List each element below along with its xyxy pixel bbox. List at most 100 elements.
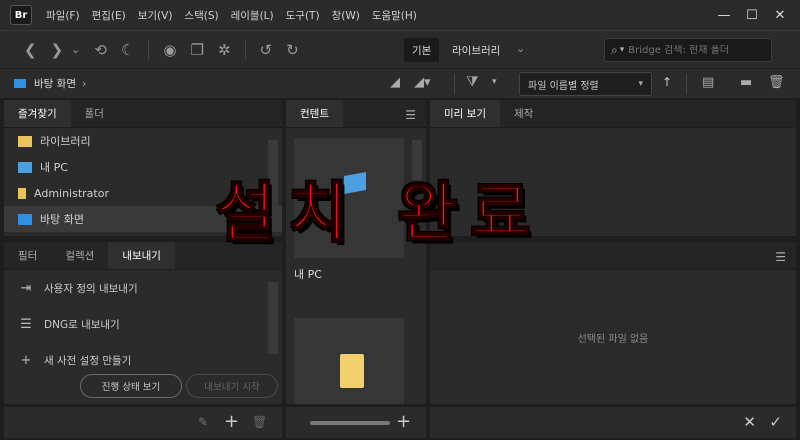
window-controls: — ☐ ✕ — [710, 0, 794, 30]
delete-icon[interactable]: 🗑 — [252, 415, 267, 429]
new-folder-icon[interactable]: ▬ — [740, 75, 752, 90]
bridge-logo-icon: Br — [10, 5, 32, 25]
library-folder-icon — [18, 135, 32, 147]
folder-icon — [340, 354, 364, 388]
tab-publish[interactable]: 제작 — [500, 100, 547, 127]
boomerang-icon[interactable]: ☾ — [121, 41, 134, 59]
thumbnail-size-slider[interactable] — [310, 421, 390, 425]
export-icon: ⇥ — [20, 280, 32, 296]
export-label: 사용자 정의 내보내기 — [44, 282, 138, 295]
apply-icon[interactable]: ✓ — [769, 413, 782, 431]
forward-icon[interactable]: ❯ — [51, 41, 64, 59]
chevron-down-icon[interactable]: ⌄ — [71, 43, 80, 56]
tab-collections[interactable]: 컬렉션 — [51, 242, 108, 269]
search-icon[interactable]: ⌕ — [611, 43, 618, 58]
rotate-left-icon[interactable]: ↺ — [260, 41, 273, 59]
favorite-libraries[interactable]: 라이브러리 — [4, 128, 282, 154]
start-export-button[interactable]: 내보내기 시작 — [186, 374, 278, 398]
panel-menu-icon[interactable]: ☰ — [775, 250, 786, 264]
search-input[interactable] — [628, 44, 749, 56]
export-label: DNG로 내보내기 — [44, 318, 120, 331]
menu-stack[interactable]: 스택(S) — [184, 8, 218, 23]
recent-history-icon[interactable]: ⟲ — [94, 41, 107, 59]
breadcrumb-chevron-icon: › — [81, 77, 87, 90]
favorite-label: 내 PC — [40, 161, 68, 174]
preview-tabs: 미리 보기 제작 — [430, 100, 796, 128]
path-bar: 바탕 화면 › ◢ ◢▾ ⧩ ▾ 파일 이름별 정렬 ▾ ↑ ▤ ▬ 🗑 — [0, 68, 800, 98]
menu-bar: 파일(F) 편집(E) 보기(V) 스택(S) 레이블(L) 도구(T) 창(W… — [46, 8, 429, 23]
list-icon: ☰ — [20, 316, 32, 332]
user-folder-icon — [18, 187, 26, 199]
camera-import-icon[interactable]: ◉ — [163, 41, 176, 59]
workspace-libraries[interactable]: 라이브러리 — [452, 38, 500, 62]
pathbar-divider — [454, 74, 455, 94]
tab-content[interactable]: 컨텐트 — [286, 100, 343, 127]
pathbar-divider — [686, 74, 687, 94]
tab-preview[interactable]: 미리 보기 — [430, 100, 500, 127]
sort-ascending-icon[interactable]: ↑ — [662, 75, 672, 89]
menu-window[interactable]: 창(W) — [332, 8, 360, 23]
edit-icon[interactable]: ✎ — [198, 415, 208, 429]
search-chevron-icon[interactable]: ▾ — [620, 45, 625, 55]
favorite-label: 바탕 화면 — [40, 213, 84, 226]
toolbar-divider — [148, 39, 150, 60]
minimize-icon[interactable]: — — [710, 8, 738, 23]
menu-label[interactable]: 레이블(L) — [231, 8, 274, 23]
export-label: 새 사전 설정 만들기 — [44, 354, 132, 367]
export-dng[interactable]: ☰ DNG로 내보내기 — [4, 306, 282, 342]
install-complete-overlay: 설치 완료 — [215, 176, 544, 252]
view-progress-button[interactable]: 진행 상태 보기 — [80, 374, 182, 398]
back-icon[interactable]: ❮ — [24, 41, 37, 59]
plus-icon: + — [20, 352, 32, 368]
menu-tools[interactable]: 도구(T) — [286, 8, 320, 23]
title-bar: Br 파일(F) 편집(E) 보기(V) 스택(S) 레이블(L) 도구(T) … — [0, 0, 800, 30]
rotate-right-icon[interactable]: ↻ — [286, 41, 299, 59]
close-window-icon[interactable]: ✕ — [766, 8, 794, 23]
metadata-panel: ☰ 선택된 파일 없음 — [430, 242, 796, 404]
left-footer: ✎ + 🗑 — [4, 406, 282, 438]
toolbar-divider — [244, 39, 246, 60]
sort-label: 파일 이름별 정렬 — [528, 80, 599, 92]
workspace-chevron-icon[interactable]: ⌄ — [516, 42, 525, 55]
panel-menu-icon[interactable]: ☰ — [405, 108, 416, 122]
favorites-tabs: 즐겨찾기 폴더 — [4, 100, 282, 128]
menu-help[interactable]: 도움말(H) — [372, 8, 417, 23]
export-scrollbar[interactable] — [268, 282, 278, 354]
add-icon[interactable]: + — [224, 411, 239, 432]
menu-file[interactable]: 파일(F) — [46, 8, 80, 23]
content-item[interactable] — [294, 318, 404, 404]
desktop-icon — [14, 79, 26, 88]
content-item-label: 내 PC — [294, 268, 322, 281]
breadcrumb-desktop[interactable]: 바탕 화면 — [34, 76, 76, 91]
quality-icon[interactable]: ◢ — [390, 75, 400, 90]
no-selection-text: 선택된 파일 없음 — [577, 334, 649, 345]
chevron-down-icon: ▾ — [638, 79, 643, 89]
trash-icon[interactable]: 🗑 — [768, 75, 785, 90]
favorite-label: Administrator — [34, 186, 109, 200]
maximize-icon[interactable]: ☐ — [738, 8, 766, 23]
filter-icon[interactable]: ⧩ — [466, 74, 479, 90]
refine-icon[interactable]: ✲ — [218, 41, 231, 59]
menu-edit[interactable]: 편집(E) — [92, 8, 126, 23]
search-box: ⌕ ▾ — [604, 38, 772, 62]
main-toolbar: ❮ ❯ ⌄ ⟲ ☾ ◉ ❐ ✲ ↺ ↻ 기본 라이브러리 ⌄ ⌕ ▾ — [0, 30, 800, 68]
cancel-icon[interactable]: ✕ — [743, 413, 756, 431]
export-custom[interactable]: ⇥ 사용자 정의 내보내기 — [4, 270, 282, 306]
tab-filter[interactable]: 필터 — [4, 242, 51, 269]
add-icon[interactable]: + — [396, 411, 411, 432]
tab-favorites[interactable]: 즐겨찾기 — [4, 100, 71, 127]
menu-view[interactable]: 보기(V) — [138, 8, 173, 23]
workspace-essentials[interactable]: 기본 — [404, 38, 440, 62]
tab-export[interactable]: 내보내기 — [108, 242, 175, 269]
computer-icon — [18, 161, 32, 173]
recent-folder-icon[interactable]: ▤ — [702, 75, 714, 90]
desktop-icon — [18, 213, 32, 225]
content-footer: + — [286, 406, 426, 438]
copy-icon[interactable]: ❐ — [191, 41, 204, 59]
thumbnail-quality-icon[interactable]: ◢▾ — [414, 75, 431, 90]
sort-dropdown[interactable]: 파일 이름별 정렬 ▾ — [519, 72, 652, 96]
filter-chevron-icon[interactable]: ▾ — [492, 77, 497, 87]
tab-folders[interactable]: 폴더 — [71, 100, 118, 127]
export-panel: 필터 컬렉션 내보내기 ⇥ 사용자 정의 내보내기 ☰ DNG로 내보내기 + … — [4, 242, 282, 404]
export-new-preset[interactable]: + 새 사전 설정 만들기 — [4, 342, 282, 378]
